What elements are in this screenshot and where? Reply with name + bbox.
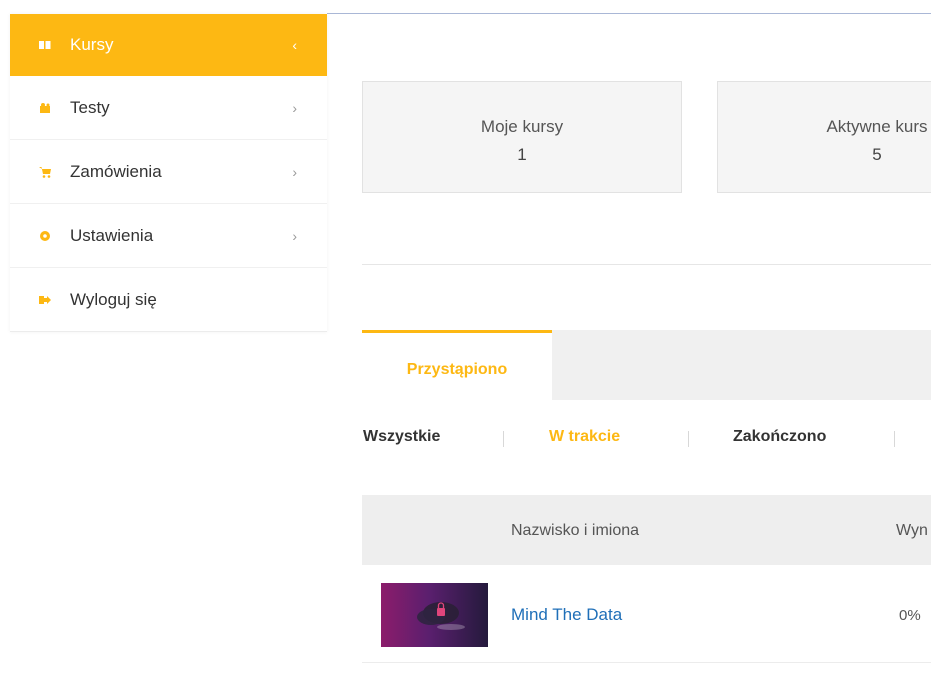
sidebar: Kursy ‹ Testy › Zamówienia › Ustawienia … xyxy=(10,14,327,332)
sidebar-item-label: Wyloguj się xyxy=(70,289,157,309)
sidebar-item-label: Kursy xyxy=(70,35,114,54)
stat-label: Aktywne kurs xyxy=(826,117,928,136)
filter-separator xyxy=(688,431,689,447)
book-icon xyxy=(39,39,51,51)
stat-label: Moje kursy xyxy=(480,117,564,136)
sidebar-item-label: Ustawienia xyxy=(70,225,154,245)
column-header-name: Nazwisko i imiona xyxy=(511,522,640,539)
filter-w-trakcie[interactable]: W trakcie xyxy=(549,428,620,446)
table-row[interactable]: Mind The Data 0% xyxy=(362,566,931,663)
chevron-right-icon: › xyxy=(292,227,297,244)
course-title-link[interactable]: Mind The Data xyxy=(511,605,622,625)
stat-card-aktywne-kursy: Aktywne kurs 5 xyxy=(717,81,931,193)
sidebar-item-label: Zamówienia xyxy=(70,161,162,181)
chevron-left-icon: ‹ xyxy=(292,37,297,53)
chevron-right-icon: › xyxy=(292,163,297,180)
filter-zakonczono[interactable]: Zakończono xyxy=(733,428,826,446)
course-progress: 0% xyxy=(899,607,921,624)
tab-przystapiono[interactable]: Przystąpiono xyxy=(362,330,552,400)
top-border xyxy=(327,13,931,14)
sidebar-item-kursy[interactable]: Kursy ‹ xyxy=(10,14,327,76)
page: Kursy ‹ Testy › Zamówienia › Ustawienia … xyxy=(0,0,931,680)
filter-separator xyxy=(894,431,895,447)
stat-value: 5 xyxy=(872,145,882,164)
course-thumbnail[interactable] xyxy=(381,583,488,647)
tab-bar: Przystąpiono xyxy=(362,330,931,400)
sidebar-item-label: Testy xyxy=(70,97,110,117)
sidebar-item-wyloguj[interactable]: Wyloguj się xyxy=(10,268,327,332)
filter-separator xyxy=(503,431,504,447)
sidebar-item-zamowienia[interactable]: Zamówienia › xyxy=(10,140,327,204)
cart-icon xyxy=(39,166,51,178)
stat-value: 1 xyxy=(517,145,527,164)
table-header: Nazwisko i imiona Wyn xyxy=(362,495,931,565)
sidebar-item-ustawienia[interactable]: Ustawienia › xyxy=(10,204,327,268)
column-header-result: Wyn xyxy=(896,522,928,539)
gear-icon xyxy=(39,230,51,242)
section-divider xyxy=(362,264,931,265)
logout-icon xyxy=(39,294,51,306)
sidebar-item-testy[interactable]: Testy › xyxy=(10,76,327,140)
stat-card-moje-kursy: Moje kursy 1 xyxy=(362,81,682,193)
filter-wszystkie[interactable]: Wszystkie xyxy=(363,428,440,446)
chevron-right-icon: › xyxy=(292,99,297,116)
puzzle-icon xyxy=(39,102,51,114)
